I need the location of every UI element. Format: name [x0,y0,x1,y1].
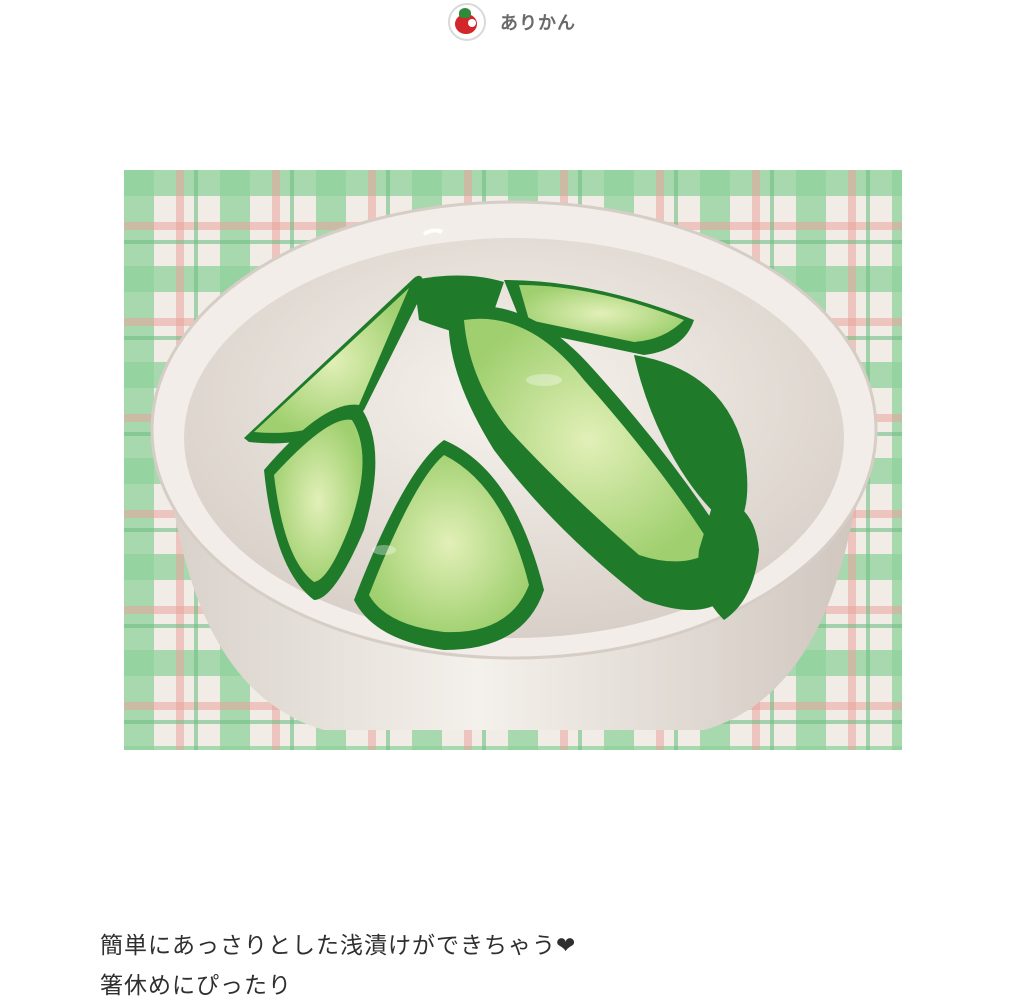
highlight-icon [468,19,476,27]
author-avatar[interactable] [448,3,486,41]
recipe-description: 簡単にあっさりとした浅漬けができちゃう❤ 箸休めにぴったり [100,926,920,1006]
author-name[interactable]: ありかん [500,9,576,35]
description-line-1: 簡単にあっさりとした浅漬けができちゃう❤ [100,933,577,959]
description-line-2: 箸休めにぴったり [100,973,292,999]
cucumber-pickle-photo [124,170,902,750]
leaf-icon [459,8,471,18]
recipe-photo [124,170,902,750]
author-header[interactable]: ありかん [0,0,1024,44]
